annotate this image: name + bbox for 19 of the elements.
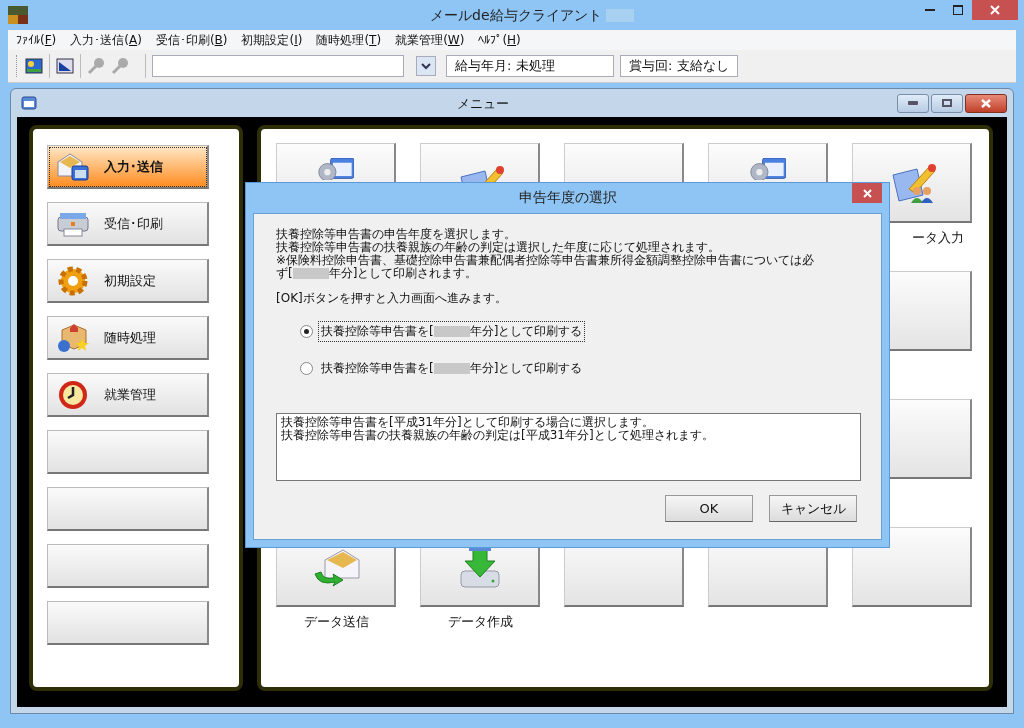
message-text: 扶養控除等申告書の申告年度を選択します。 <box>276 228 516 241</box>
option-label: 年分]として印刷する <box>469 360 583 377</box>
window-title: メールde給与クライアント <box>430 7 602 25</box>
message-text: 扶養控除等申告書の扶養親族の年齢の判定は選択した年度に応じて処理されます。 <box>276 241 720 254</box>
tile-label: データ送信 <box>303 613 369 631</box>
child-window-title: メニュー <box>457 95 509 113</box>
option-label: 扶養控除等申告書を[ <box>321 323 434 340</box>
description-box: 扶養控除等申告書を[平成31年分]として印刷する場合に選択します。 扶養控除等申告書の扶養親族の年齢の判定は[平成31年分]として処理されます。 <box>276 413 861 481</box>
status-field: 給与年月: 未処理 <box>446 55 614 77</box>
message-text: ず[ <box>276 267 293 280</box>
option-label: 扶養控除等申告書を[ <box>321 360 434 377</box>
message-text: ※保険料控除申告書、基礎控除申告書兼配偶者控除等申告書兼所得金額調整控除申告書については必 <box>276 254 815 267</box>
tile-label: データ作成 <box>447 613 513 631</box>
instruction-text: [OK]ボタンを押すと入力画面へ進みます。 <box>276 290 508 307</box>
option-label: 年分]として印刷する <box>469 323 583 340</box>
message-text: 年分]として印刷されます。 <box>328 267 478 280</box>
tile-label: ータ入力 <box>912 229 964 247</box>
dialog-title: 申告年度の選択 <box>518 189 617 207</box>
status-field: 賞与回: 支給なし <box>620 55 738 77</box>
